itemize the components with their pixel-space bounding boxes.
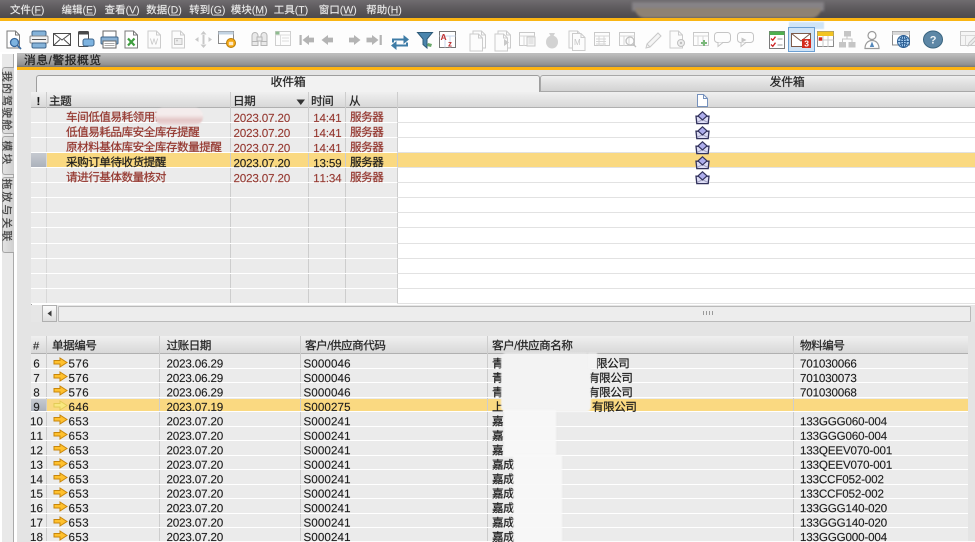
svg-text:A: A [441,32,447,42]
svg-text:z: z [448,40,452,49]
svg-text:3: 3 [804,39,809,49]
svg-text:W: W [150,37,158,47]
svg-text:?: ? [930,35,937,47]
svg-text:M: M [574,38,581,47]
